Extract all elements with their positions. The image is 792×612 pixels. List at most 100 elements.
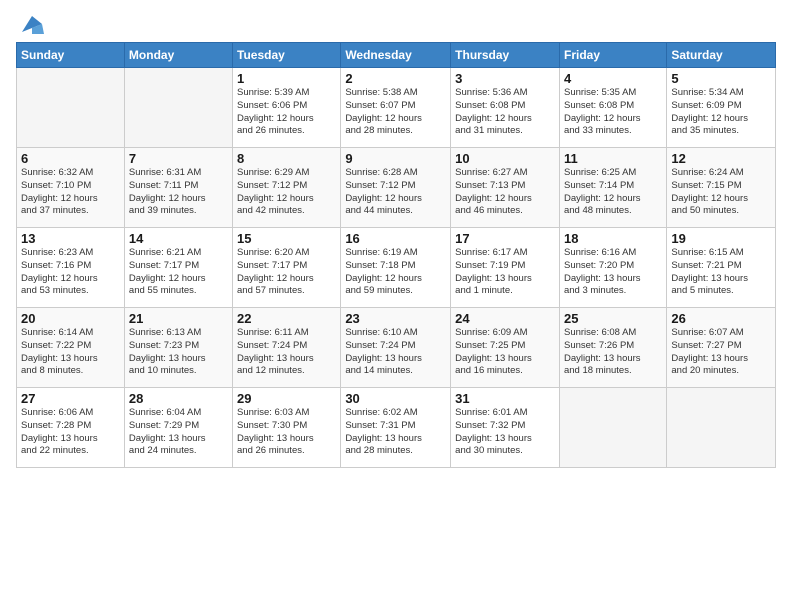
day-number: 29 — [237, 391, 336, 406]
day-info: Sunrise: 6:16 AM Sunset: 7:20 PM Dayligh… — [564, 247, 662, 298]
day-info: Sunrise: 6:20 AM Sunset: 7:17 PM Dayligh… — [237, 247, 336, 298]
day-number: 23 — [345, 311, 446, 326]
day-number: 27 — [21, 391, 120, 406]
day-number: 15 — [237, 231, 336, 246]
day-info: Sunrise: 6:17 AM Sunset: 7:19 PM Dayligh… — [455, 247, 555, 298]
calendar-cell: 23Sunrise: 6:10 AM Sunset: 7:24 PM Dayli… — [341, 308, 451, 388]
day-info: Sunrise: 5:39 AM Sunset: 6:06 PM Dayligh… — [237, 87, 336, 138]
day-number: 7 — [129, 151, 228, 166]
day-number: 4 — [564, 71, 662, 86]
calendar-cell: 1Sunrise: 5:39 AM Sunset: 6:06 PM Daylig… — [233, 68, 341, 148]
day-info: Sunrise: 5:35 AM Sunset: 6:08 PM Dayligh… — [564, 87, 662, 138]
calendar-cell — [667, 388, 776, 468]
calendar-week-row: 1Sunrise: 5:39 AM Sunset: 6:06 PM Daylig… — [17, 68, 776, 148]
calendar-cell: 5Sunrise: 5:34 AM Sunset: 6:09 PM Daylig… — [667, 68, 776, 148]
logo — [16, 16, 46, 36]
day-number: 11 — [564, 151, 662, 166]
calendar-cell: 4Sunrise: 5:35 AM Sunset: 6:08 PM Daylig… — [559, 68, 666, 148]
day-info: Sunrise: 6:32 AM Sunset: 7:10 PM Dayligh… — [21, 167, 120, 218]
calendar-cell: 9Sunrise: 6:28 AM Sunset: 7:12 PM Daylig… — [341, 148, 451, 228]
day-number: 31 — [455, 391, 555, 406]
calendar-cell: 14Sunrise: 6:21 AM Sunset: 7:17 PM Dayli… — [124, 228, 232, 308]
day-info: Sunrise: 6:07 AM Sunset: 7:27 PM Dayligh… — [671, 327, 771, 378]
calendar-cell: 13Sunrise: 6:23 AM Sunset: 7:16 PM Dayli… — [17, 228, 125, 308]
day-info: Sunrise: 6:10 AM Sunset: 7:24 PM Dayligh… — [345, 327, 446, 378]
calendar-cell: 17Sunrise: 6:17 AM Sunset: 7:19 PM Dayli… — [451, 228, 560, 308]
day-number: 10 — [455, 151, 555, 166]
day-number: 30 — [345, 391, 446, 406]
day-number: 8 — [237, 151, 336, 166]
day-number: 3 — [455, 71, 555, 86]
day-info: Sunrise: 6:28 AM Sunset: 7:12 PM Dayligh… — [345, 167, 446, 218]
day-number: 18 — [564, 231, 662, 246]
day-info: Sunrise: 5:34 AM Sunset: 6:09 PM Dayligh… — [671, 87, 771, 138]
day-info: Sunrise: 5:36 AM Sunset: 6:08 PM Dayligh… — [455, 87, 555, 138]
calendar-cell: 28Sunrise: 6:04 AM Sunset: 7:29 PM Dayli… — [124, 388, 232, 468]
day-number: 22 — [237, 311, 336, 326]
calendar-cell — [124, 68, 232, 148]
day-number: 26 — [671, 311, 771, 326]
day-number: 1 — [237, 71, 336, 86]
day-info: Sunrise: 6:25 AM Sunset: 7:14 PM Dayligh… — [564, 167, 662, 218]
calendar-cell: 12Sunrise: 6:24 AM Sunset: 7:15 PM Dayli… — [667, 148, 776, 228]
day-number: 5 — [671, 71, 771, 86]
day-number: 9 — [345, 151, 446, 166]
calendar-cell: 15Sunrise: 6:20 AM Sunset: 7:17 PM Dayli… — [233, 228, 341, 308]
calendar: SundayMondayTuesdayWednesdayThursdayFrid… — [16, 42, 776, 468]
day-number: 14 — [129, 231, 228, 246]
calendar-cell: 20Sunrise: 6:14 AM Sunset: 7:22 PM Dayli… — [17, 308, 125, 388]
calendar-cell: 8Sunrise: 6:29 AM Sunset: 7:12 PM Daylig… — [233, 148, 341, 228]
day-info: Sunrise: 6:15 AM Sunset: 7:21 PM Dayligh… — [671, 247, 771, 298]
calendar-header-wednesday: Wednesday — [341, 43, 451, 68]
day-number: 2 — [345, 71, 446, 86]
day-number: 19 — [671, 231, 771, 246]
day-number: 21 — [129, 311, 228, 326]
day-info: Sunrise: 6:11 AM Sunset: 7:24 PM Dayligh… — [237, 327, 336, 378]
day-info: Sunrise: 6:01 AM Sunset: 7:32 PM Dayligh… — [455, 407, 555, 458]
calendar-cell: 16Sunrise: 6:19 AM Sunset: 7:18 PM Dayli… — [341, 228, 451, 308]
calendar-cell: 18Sunrise: 6:16 AM Sunset: 7:20 PM Dayli… — [559, 228, 666, 308]
day-info: Sunrise: 6:14 AM Sunset: 7:22 PM Dayligh… — [21, 327, 120, 378]
day-info: Sunrise: 6:31 AM Sunset: 7:11 PM Dayligh… — [129, 167, 228, 218]
calendar-week-row: 13Sunrise: 6:23 AM Sunset: 7:16 PM Dayli… — [17, 228, 776, 308]
calendar-cell: 30Sunrise: 6:02 AM Sunset: 7:31 PM Dayli… — [341, 388, 451, 468]
calendar-header-sunday: Sunday — [17, 43, 125, 68]
day-info: Sunrise: 6:06 AM Sunset: 7:28 PM Dayligh… — [21, 407, 120, 458]
day-info: Sunrise: 6:13 AM Sunset: 7:23 PM Dayligh… — [129, 327, 228, 378]
day-info: Sunrise: 6:08 AM Sunset: 7:26 PM Dayligh… — [564, 327, 662, 378]
day-info: Sunrise: 6:27 AM Sunset: 7:13 PM Dayligh… — [455, 167, 555, 218]
day-number: 16 — [345, 231, 446, 246]
calendar-cell: 24Sunrise: 6:09 AM Sunset: 7:25 PM Dayli… — [451, 308, 560, 388]
day-number: 24 — [455, 311, 555, 326]
day-number: 28 — [129, 391, 228, 406]
calendar-cell: 3Sunrise: 5:36 AM Sunset: 6:08 PM Daylig… — [451, 68, 560, 148]
day-info: Sunrise: 6:23 AM Sunset: 7:16 PM Dayligh… — [21, 247, 120, 298]
day-number: 6 — [21, 151, 120, 166]
calendar-header-saturday: Saturday — [667, 43, 776, 68]
calendar-week-row: 20Sunrise: 6:14 AM Sunset: 7:22 PM Dayli… — [17, 308, 776, 388]
calendar-header-thursday: Thursday — [451, 43, 560, 68]
calendar-header-row: SundayMondayTuesdayWednesdayThursdayFrid… — [17, 43, 776, 68]
page: SundayMondayTuesdayWednesdayThursdayFrid… — [0, 0, 792, 612]
day-number: 12 — [671, 151, 771, 166]
day-info: Sunrise: 6:03 AM Sunset: 7:30 PM Dayligh… — [237, 407, 336, 458]
day-info: Sunrise: 6:29 AM Sunset: 7:12 PM Dayligh… — [237, 167, 336, 218]
day-info: Sunrise: 6:24 AM Sunset: 7:15 PM Dayligh… — [671, 167, 771, 218]
calendar-cell: 21Sunrise: 6:13 AM Sunset: 7:23 PM Dayli… — [124, 308, 232, 388]
calendar-cell: 2Sunrise: 5:38 AM Sunset: 6:07 PM Daylig… — [341, 68, 451, 148]
calendar-cell: 26Sunrise: 6:07 AM Sunset: 7:27 PM Dayli… — [667, 308, 776, 388]
calendar-header-monday: Monday — [124, 43, 232, 68]
calendar-cell: 11Sunrise: 6:25 AM Sunset: 7:14 PM Dayli… — [559, 148, 666, 228]
calendar-cell: 29Sunrise: 6:03 AM Sunset: 7:30 PM Dayli… — [233, 388, 341, 468]
calendar-cell — [559, 388, 666, 468]
calendar-header-friday: Friday — [559, 43, 666, 68]
calendar-week-row: 27Sunrise: 6:06 AM Sunset: 7:28 PM Dayli… — [17, 388, 776, 468]
header — [16, 12, 776, 36]
day-number: 25 — [564, 311, 662, 326]
calendar-cell: 25Sunrise: 6:08 AM Sunset: 7:26 PM Dayli… — [559, 308, 666, 388]
day-number: 13 — [21, 231, 120, 246]
calendar-cell: 27Sunrise: 6:06 AM Sunset: 7:28 PM Dayli… — [17, 388, 125, 468]
calendar-cell: 31Sunrise: 6:01 AM Sunset: 7:32 PM Dayli… — [451, 388, 560, 468]
calendar-cell: 7Sunrise: 6:31 AM Sunset: 7:11 PM Daylig… — [124, 148, 232, 228]
day-number: 20 — [21, 311, 120, 326]
